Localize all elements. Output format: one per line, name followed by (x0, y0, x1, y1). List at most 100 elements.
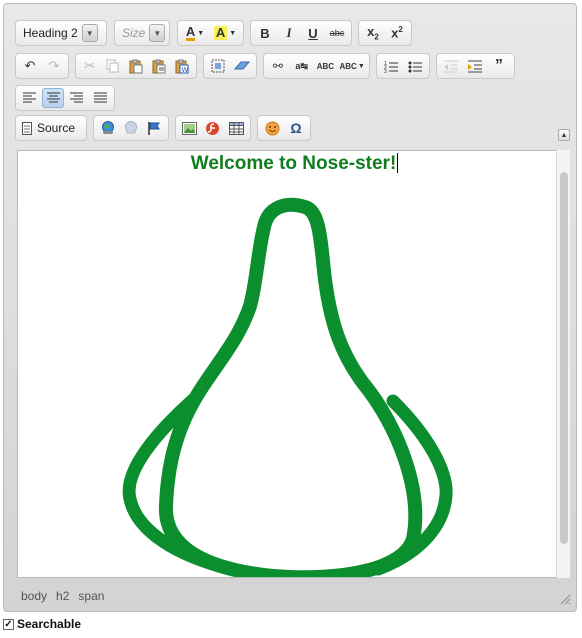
remove-format-button[interactable] (231, 56, 253, 76)
find-button[interactable]: ⚯ (267, 56, 289, 76)
outdent-button[interactable] (440, 56, 462, 76)
chevron-down-icon[interactable]: ▼ (81, 24, 98, 42)
select-all-icon (211, 59, 225, 73)
table-icon (228, 121, 244, 135)
paste-text-button[interactable] (149, 56, 170, 76)
align-left-icon (23, 92, 37, 103)
triangle-up-icon: ▲ (560, 131, 568, 139)
bulleted-list-button[interactable] (404, 56, 426, 76)
image-button[interactable] (179, 118, 200, 138)
numbered-list-icon: 123 (384, 61, 398, 73)
chevron-down-icon[interactable]: ▼ (149, 24, 166, 42)
align-center-icon (46, 92, 60, 103)
strikethrough-icon: abc (329, 28, 345, 38)
underline-icon: U (308, 25, 318, 41)
history-group: ↶ ↷ (15, 53, 69, 79)
binoculars-icon: ⚯ (272, 59, 283, 73)
rich-text-editor: Heading 2 ▼ Size ▼ A ▼ A ▼ B I U abc x2 x2… (3, 3, 577, 612)
source-group: Source (15, 115, 87, 141)
blockquote-button[interactable]: ” (488, 56, 510, 76)
searchable-label: Searchable (17, 617, 82, 631)
undo-icon: ↶ (24, 58, 36, 73)
svg-text:3: 3 (384, 69, 387, 73)
indent-group: ” (436, 53, 515, 79)
copy-button[interactable] (102, 56, 123, 76)
unlink-icon (124, 121, 137, 134)
paste-word-button[interactable]: W (172, 56, 193, 76)
globe-link-icon (101, 121, 114, 134)
replace-icon: a↹ (295, 60, 308, 71)
spellcheck-as-you-type-button[interactable]: ABC ▼ (338, 56, 366, 76)
align-left-button[interactable] (19, 88, 40, 108)
select-all-button[interactable] (207, 56, 229, 76)
editor-content[interactable]: Welcome to Nose-ster! (17, 150, 570, 578)
flash-button[interactable] (202, 118, 223, 138)
table-button[interactable] (226, 118, 247, 138)
replace-button[interactable]: a↹ (291, 56, 313, 76)
numbered-list-button[interactable]: 123 (380, 56, 402, 76)
script-group: x2 x2 (358, 20, 412, 46)
copy-icon (106, 59, 119, 73)
text-color-button[interactable]: A ▼ (181, 23, 209, 43)
link-button[interactable] (97, 118, 118, 138)
background-color-button[interactable]: A ▼ (211, 23, 239, 43)
content-scrollbar[interactable] (556, 150, 570, 578)
italic-button[interactable]: I (278, 23, 300, 43)
format-combo[interactable]: Heading 2 ▼ (15, 20, 107, 46)
align-right-button[interactable] (66, 88, 87, 108)
superscript-icon: x2 (391, 25, 403, 41)
redo-button[interactable]: ↷ (43, 56, 65, 76)
omega-icon: Ω (290, 120, 302, 136)
smiley-button[interactable] (261, 118, 283, 138)
spellcheck-icon: ABC (316, 61, 335, 71)
path-item-h2[interactable]: h2 (56, 589, 69, 603)
align-center-button[interactable] (42, 88, 65, 108)
indent-button[interactable] (464, 56, 486, 76)
select-group (203, 53, 257, 79)
size-placeholder: Size (122, 26, 146, 40)
subscript-icon: x2 (367, 24, 379, 42)
align-group (15, 85, 115, 111)
source-button[interactable]: Source (19, 118, 83, 138)
collapse-toolbar-button[interactable]: ▲ (558, 129, 570, 141)
text-color-icon: A (185, 23, 196, 41)
special-group: Ω (257, 115, 311, 141)
outdent-icon (444, 60, 458, 72)
resize-grip-icon[interactable] (559, 593, 571, 605)
list-group: 123 (376, 53, 430, 79)
align-justify-button[interactable] (90, 88, 111, 108)
undo-button[interactable]: ↶ (19, 56, 41, 76)
bold-button[interactable]: B (254, 23, 276, 43)
anchor-button[interactable] (144, 118, 165, 138)
align-right-icon (70, 92, 84, 103)
paste-word-icon: W (175, 59, 189, 74)
underline-button[interactable]: U (302, 23, 324, 43)
background-color-icon: A (213, 25, 228, 40)
eraser-icon (234, 61, 250, 70)
subscript-button[interactable]: x2 (362, 23, 384, 43)
italic-icon: I (286, 25, 292, 40)
strike-button[interactable]: abc (326, 23, 348, 43)
size-combo[interactable]: Size ▼ (114, 20, 170, 46)
align-justify-icon (93, 92, 107, 103)
insert-group (175, 115, 251, 141)
cut-button[interactable]: ✂ (79, 56, 100, 76)
unlink-button[interactable] (120, 118, 141, 138)
smiley-icon (265, 121, 279, 135)
nose-drawing (122, 197, 453, 577)
basic-styles-group: B I U abc (250, 20, 352, 46)
path-item-span[interactable]: span (78, 589, 104, 603)
special-char-button[interactable]: Ω (285, 118, 307, 138)
element-path-bar: body h2 span (21, 589, 104, 603)
document-icon (22, 121, 32, 135)
superscript-button[interactable]: x2 (386, 23, 408, 43)
spellcheck-button[interactable]: ABC (315, 56, 337, 76)
paste-button[interactable] (125, 56, 146, 76)
path-item-body[interactable]: body (21, 589, 47, 603)
flash-icon (206, 121, 220, 135)
searchable-checkbox-row[interactable]: ✓ Searchable (3, 617, 81, 631)
find-group: ⚯ a↹ ABC ABC ▼ (263, 53, 370, 79)
searchable-checkbox[interactable]: ✓ (3, 618, 14, 630)
scrollbar-thumb[interactable] (560, 172, 568, 544)
image-icon (182, 121, 198, 135)
